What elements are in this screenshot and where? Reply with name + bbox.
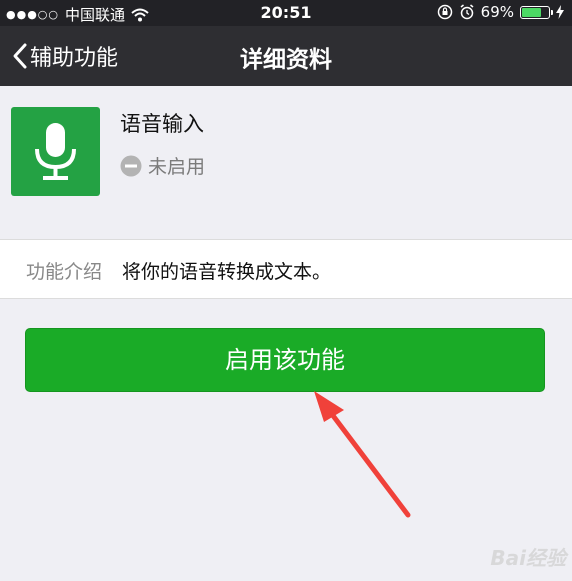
navigation-bar: 辅助功能 详细资料: [0, 26, 572, 86]
battery-icon: [520, 5, 553, 19]
feature-name: 语音输入: [120, 112, 204, 136]
watermark: Bai经验: [490, 546, 566, 570]
battery-fill: [522, 7, 542, 17]
disabled-icon: [120, 155, 142, 176]
status-text: 未启用: [148, 156, 206, 178]
feature-description-row: 功能介绍 将你的语音转换成文本。: [0, 239, 572, 299]
feature-status: 未启用: [120, 152, 205, 179]
app-icon: [11, 107, 100, 196]
feature-profile: 语音输入 未启用: [0, 86, 572, 212]
description-label: 功能介绍: [26, 261, 103, 283]
status-bar: ●●●○○ 中国联通 20:51 69%: [0, 0, 572, 26]
rotation-lock-icon: [437, 4, 452, 20]
annotation-arrow-icon: [314, 391, 411, 518]
enable-feature-button[interactable]: 启用该功能: [25, 328, 545, 392]
page-title: 详细资料: [240, 47, 332, 73]
battery-percent: 69%: [480, 3, 514, 21]
status-right: 69%: [437, 3, 564, 21]
alarm-icon: [460, 4, 474, 20]
microphone-icon: [35, 123, 76, 180]
charging-icon: [556, 5, 564, 19]
description-value: 将你的语音转换成文本。: [122, 261, 332, 283]
